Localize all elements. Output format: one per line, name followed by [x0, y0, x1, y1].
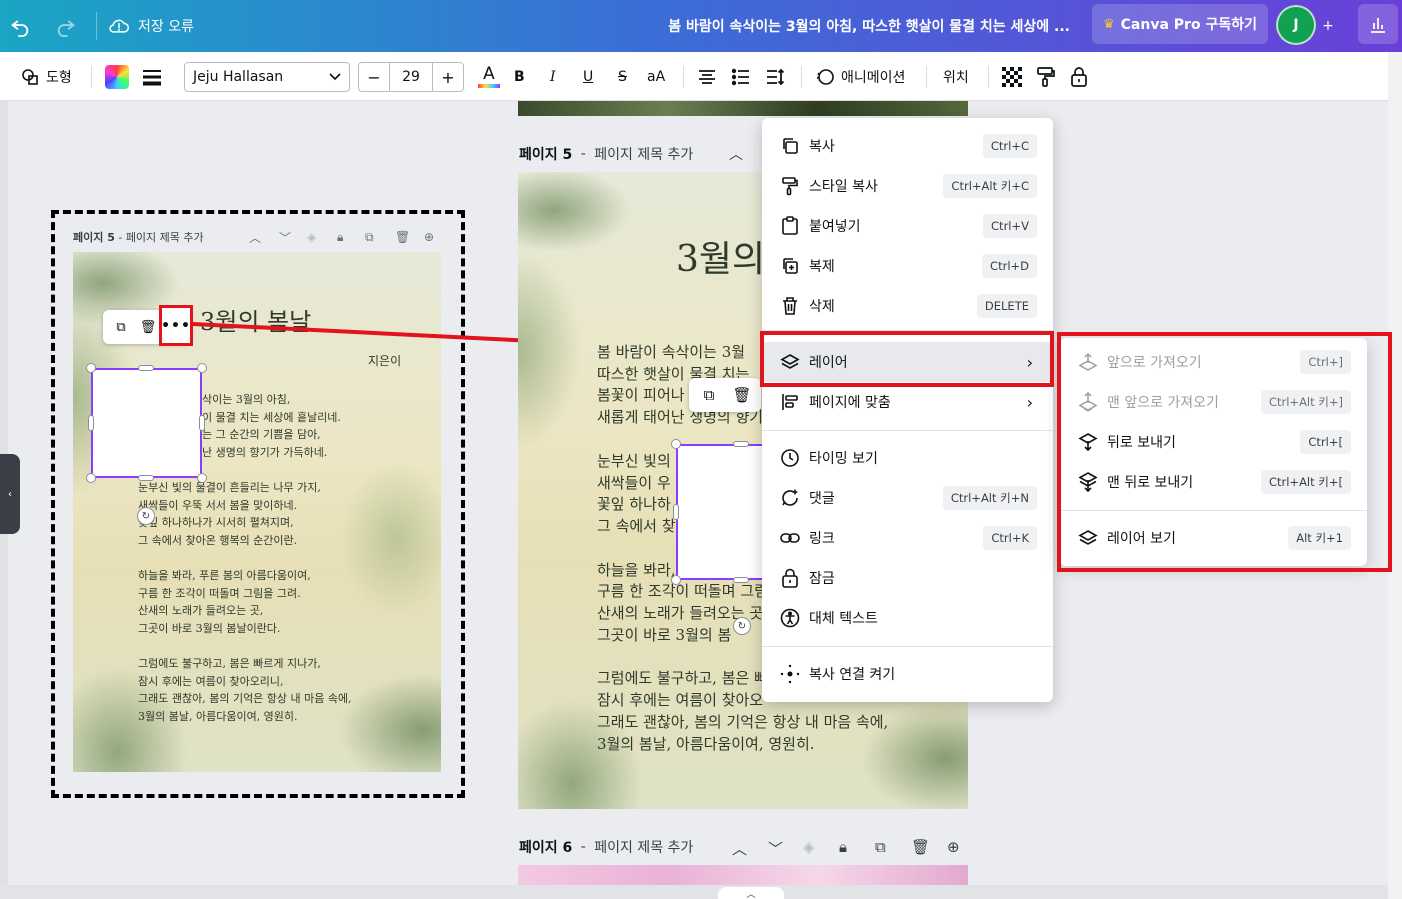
duplicate-icon[interactable]: ⧉ — [875, 838, 886, 856]
page-5-sep: - — [576, 146, 591, 162]
floating-toolbar: ⧉ 🗑︎ — [689, 378, 761, 412]
copy-icon — [780, 136, 800, 156]
page-6-sep: - — [576, 839, 591, 855]
page-6-number: 페이지 6 — [519, 840, 573, 856]
page-5-poem-title[interactable]: 3월의 — [676, 230, 765, 282]
context-menu: 복사 Ctrl+C 스타일 복사 Ctrl+Alt 키+C 붙여넣기 Ctrl+… — [762, 118, 1053, 702]
menu-item-label: 대체 텍스트 — [809, 611, 878, 627]
lock-icon — [780, 568, 800, 588]
resize-handle[interactable] — [733, 441, 749, 447]
chevron-right-icon: › — [1026, 392, 1033, 412]
chevron-down-icon[interactable]: ﹀ — [768, 838, 783, 859]
lock-icon[interactable]: 🔒︎ — [839, 838, 847, 856]
duplicate-icon — [780, 256, 800, 276]
menu-divider — [762, 646, 1053, 647]
link-dots-icon — [780, 664, 800, 684]
alt-text-icon — [780, 608, 800, 628]
shortcut-badge: Ctrl+Alt 키+C — [943, 174, 1037, 198]
menu-item-copy-style[interactable]: 스타일 복사 Ctrl+Alt 키+C — [762, 166, 1053, 206]
page-6-header: 페이지 6 - 페이지 제목 추가 — [519, 837, 693, 857]
horizontal-scrollbar[interactable]: ︿ — [0, 885, 1388, 899]
chevron-up-icon[interactable]: ︿ — [729, 144, 743, 164]
menu-item-paste[interactable]: 붙여넣기 Ctrl+V — [762, 206, 1053, 246]
page-5-header: 페이지 5 - 페이지 제목 추가 — [519, 144, 693, 164]
annotation-highlight-layer — [760, 331, 1054, 387]
align-page-icon — [780, 392, 800, 412]
menu-item-delete[interactable]: 삭제 DELETE — [762, 286, 1053, 326]
trash-icon[interactable]: 🗑︎ — [911, 838, 930, 856]
selected-shape[interactable] — [676, 444, 776, 580]
previous-page-bottom — [518, 101, 968, 116]
menu-item-lock[interactable]: 잠금 — [762, 558, 1053, 598]
link-icon — [780, 528, 800, 548]
page-5-title[interactable]: 페이지 제목 추가 — [594, 144, 693, 164]
menu-item-label: 복사 — [809, 139, 835, 155]
menu-item-duplicate[interactable]: 복제 Ctrl+D — [762, 246, 1053, 286]
menu-item-label: 잠금 — [809, 571, 835, 587]
clock-icon — [780, 448, 800, 468]
resize-handle[interactable] — [671, 439, 681, 449]
duplicate-icon[interactable]: ⧉ — [693, 378, 725, 412]
rotate-icon[interactable]: ↻ — [733, 617, 751, 635]
menu-item-label: 스타일 복사 — [809, 179, 878, 195]
shortcut-badge: Ctrl+K — [983, 526, 1037, 550]
menu-item-label: 복사 연결 켜기 — [809, 667, 896, 683]
menu-item-label: 붙여넣기 — [809, 219, 861, 235]
page-6-title[interactable]: 페이지 제목 추가 — [594, 837, 693, 857]
resize-handle[interactable] — [733, 577, 749, 583]
menu-item-label: 복제 — [809, 259, 835, 275]
resize-handle[interactable] — [673, 504, 679, 520]
menu-item-copy-link-toggle[interactable]: 복사 연결 켜기 — [762, 654, 1053, 694]
menu-item-copy[interactable]: 복사 Ctrl+C — [762, 126, 1053, 166]
menu-item-label: 페이지에 맞춤 — [809, 395, 891, 411]
comment-icon — [780, 488, 800, 508]
menu-item-align-to-page[interactable]: 페이지에 맞춤 › — [762, 382, 1053, 422]
trash-icon — [780, 296, 800, 316]
annotation-highlight-submenu — [1057, 332, 1392, 572]
shortcut-badge: DELETE — [976, 294, 1037, 318]
menu-item-show-timing[interactable]: 타이밍 보기 — [762, 438, 1053, 478]
page-5-number: 페이지 5 — [519, 147, 573, 163]
menu-item-label: 삭제 — [809, 299, 835, 315]
menu-item-label: 타이밍 보기 — [809, 451, 878, 467]
chevron-up-icon[interactable]: ︿ — [732, 838, 747, 859]
menu-item-label: 링크 — [809, 531, 835, 547]
shortcut-badge: Ctrl+V — [983, 214, 1037, 238]
paint-roller-icon — [780, 176, 800, 196]
menu-divider — [762, 430, 1053, 431]
menu-item-comment[interactable]: 댓글 Ctrl+Alt 키+N — [762, 478, 1053, 518]
shortcut-badge: Ctrl+Alt 키+N — [942, 486, 1037, 510]
shortcut-badge: Ctrl+D — [982, 254, 1037, 278]
hide-icon[interactable]: ◈ — [803, 838, 815, 856]
menu-item-alt-text[interactable]: 대체 텍스트 — [762, 598, 1053, 638]
menu-item-label: 댓글 — [809, 491, 835, 507]
add-page-icon[interactable]: ⊕ — [947, 838, 960, 856]
trash-icon[interactable]: 🗑︎ — [727, 378, 757, 412]
chevron-up-icon[interactable]: ︿ — [718, 887, 784, 899]
resize-handle[interactable] — [671, 575, 681, 585]
menu-item-link[interactable]: 링크 Ctrl+K — [762, 518, 1053, 558]
clipboard-icon — [780, 216, 800, 236]
shortcut-badge: Ctrl+C — [982, 134, 1037, 158]
